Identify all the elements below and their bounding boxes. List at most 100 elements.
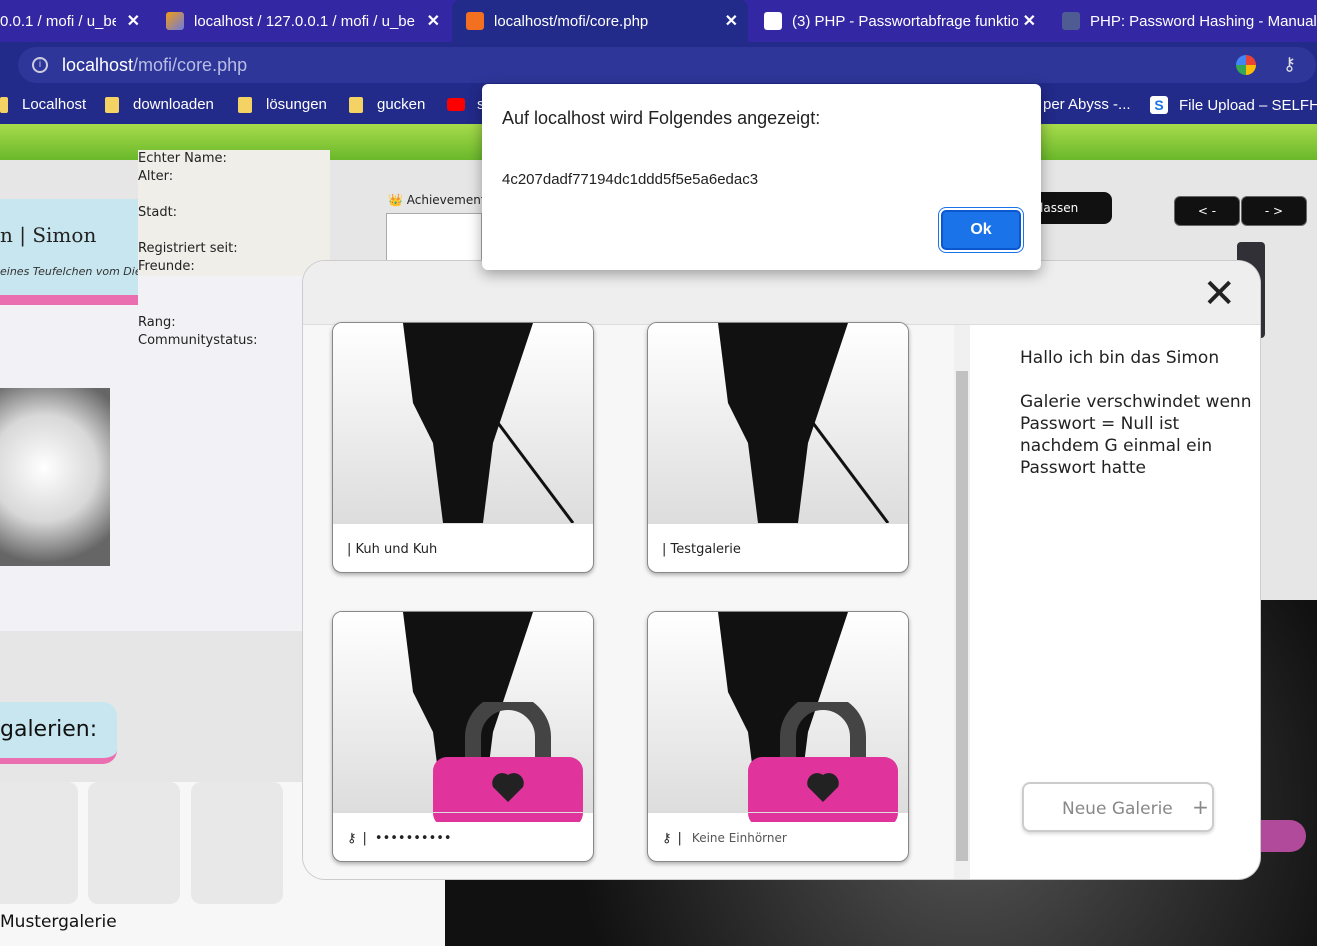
prev-button[interactable]: < - (1174, 196, 1240, 226)
bookmark-label: downloaden (133, 96, 214, 113)
tab-close-icon[interactable]: ✕ (725, 11, 738, 31)
gallery-card[interactable]: | Testgalerie (647, 322, 909, 573)
gallery-label: | Kuh und Kuh (333, 523, 593, 572)
key-icon: ⚷ (662, 830, 672, 846)
gallery-thumb[interactable] (88, 782, 180, 904)
url-field[interactable]: i localhost/mofi/core.php ⚷ (18, 47, 1316, 83)
close-icon[interactable]: ✕ (1202, 271, 1236, 317)
profile-avatar (0, 388, 110, 566)
new-gallery-button[interactable]: Neue Galerie + (1022, 782, 1214, 832)
tab-title: (3) PHP - Passwortabfrage funktio (792, 12, 1018, 30)
gallery-password-input[interactable]: •••••••••• (375, 831, 452, 846)
gallery-image (648, 323, 908, 524)
description-line: Galerie verschwindet wenn Passwort = Nul… (1020, 392, 1252, 478)
next-button[interactable]: - > (1241, 196, 1307, 226)
gallery-label[interactable]: Keine Einhörner (692, 831, 787, 845)
description-line: Hallo ich bin das Simon (1020, 348, 1220, 368)
tab-strip: 0.0.1 / mofi / u_be ✕ localhost / 127.0.… (0, 0, 1317, 42)
bookmark-abyss[interactable]: per Abyss -... (1043, 96, 1131, 113)
phpmyadmin-icon (166, 12, 184, 30)
scrollbar[interactable] (954, 325, 970, 879)
alert-title: Auf localhost wird Folgendes angezeigt: (502, 108, 821, 128)
modal-header: ✕ (303, 261, 1260, 325)
profile-name: n | Simon (0, 223, 97, 247)
folder-icon (349, 96, 363, 113)
field-registered: Registriert seit: (138, 241, 238, 256)
folder-icon (0, 96, 8, 113)
folder-icon (105, 96, 119, 113)
selfhtml-icon: S (1150, 96, 1168, 114)
bookmark-file-upload[interactable]: S File Upload – SELFH... (1150, 96, 1317, 114)
field-rank: Rang: (138, 314, 330, 332)
gallery-thumb[interactable] (0, 782, 78, 904)
tab-phpmyadmin-1[interactable]: 0.0.1 / mofi / u_be ✕ (0, 0, 150, 42)
alert-message: 4c207dadf77194dc1ddd5f5e5a6edac3 (502, 171, 759, 188)
info-icon[interactable]: i (32, 57, 48, 73)
bookmark-gucken[interactable]: gucken (349, 96, 425, 113)
achievements-label: 👑 Achievements (388, 193, 492, 207)
gallery-card-locked[interactable]: ⚷ | Keine Einhörner (647, 611, 909, 862)
bookmark-label: lösungen (266, 96, 327, 113)
separator: | (677, 830, 682, 846)
tab-title: localhost/mofi/core.php (494, 12, 649, 30)
gallery-image (333, 323, 593, 524)
hassen-button[interactable]: lassen (1030, 192, 1112, 224)
gallery-description: Hallo ich bin das Simon Galerie verschwi… (1020, 347, 1260, 479)
silhouette-image (718, 323, 890, 524)
bookmark-label: per Abyss -... (1043, 96, 1131, 113)
xampp-icon (466, 12, 484, 30)
alert-dialog: Auf localhost wird Folgendes angezeigt: … (482, 84, 1041, 270)
bookmark-loesungen[interactable]: lösungen (238, 96, 327, 113)
tab-title: PHP: Password Hashing - Manual (1090, 12, 1317, 30)
youtube-icon (447, 98, 465, 111)
tab-stackoverflow[interactable]: (3) PHP - Passwortabfrage funktio ✕ (750, 0, 1046, 42)
scrollbar-thumb[interactable] (956, 371, 968, 861)
new-gallery-label: Neue Galerie (1062, 799, 1173, 819)
google-icon[interactable] (1236, 55, 1256, 75)
url-host: localhost (62, 54, 134, 75)
ok-button[interactable]: Ok (941, 210, 1021, 250)
address-bar-row: i localhost/mofi/core.php ⚷ (0, 42, 1317, 86)
gallery-card-locked[interactable]: ⚷ | •••••••••• (332, 611, 594, 862)
tab-phpmyadmin-2[interactable]: localhost / 127.0.0.1 / mofi / u_be ✕ (152, 0, 450, 42)
gallery-card[interactable]: | Kuh und Kuh (332, 322, 594, 573)
bookmark-youtube[interactable]: s (447, 96, 485, 113)
field-friends: Freunde: (138, 259, 195, 274)
tab-php-manual[interactable]: PHP: Password Hashing - Manual (1048, 0, 1317, 42)
tab-title: 0.0.1 / mofi / u_be (0, 12, 116, 30)
plus-icon: + (1192, 795, 1209, 819)
gallery-password-row: ⚷ | •••••••••• (333, 812, 593, 861)
gallery-grid: | Kuh und Kuh | Testgalerie ⚷ | ••••••••••… (303, 322, 970, 879)
bookmark-label: Localhost (22, 96, 87, 113)
key-icon: ⚷ (347, 830, 357, 846)
bookmark-label: gucken (377, 96, 426, 113)
field-age: Alter: (138, 169, 174, 184)
achievements-text: Achievements (406, 193, 492, 207)
key-icon[interactable]: ⚷ (1283, 54, 1296, 75)
tab-close-icon[interactable]: ✕ (427, 11, 440, 31)
gallery-label: | Testgalerie (648, 523, 908, 572)
bookmark-label: File Upload – SELFH... (1179, 96, 1317, 114)
php-icon (1062, 12, 1080, 30)
field-real-name: Echter Name: (138, 151, 227, 166)
profile-info: Echter Name: Alter: Stadt: Registriert s… (138, 150, 330, 350)
muster-gallery-label: Mustergalerie (0, 912, 117, 932)
field-community-status: Communitystatus: (138, 332, 330, 350)
lock-icon (748, 702, 898, 822)
tab-close-icon[interactable]: ✕ (127, 11, 140, 31)
tab-title: localhost / 127.0.0.1 / mofi / u_be (194, 12, 415, 30)
gallery-thumb[interactable] (191, 782, 283, 904)
forum-icon (764, 12, 782, 30)
field-city: Stadt: (138, 205, 178, 220)
gallery-modal: ✕ | Kuh und Kuh | Testgalerie ⚷ | ••••••••… (303, 261, 1260, 879)
bookmark-downloaden[interactable]: downloaden (105, 96, 214, 113)
folder-icon (238, 96, 252, 113)
tab-core-php[interactable]: localhost/mofi/core.php ✕ (452, 0, 748, 42)
bookmark-localhost[interactable]: Localhost (0, 96, 86, 113)
galleries-heading: galerien: (0, 702, 117, 764)
silhouette-image (403, 323, 575, 524)
tab-close-icon[interactable]: ✕ (1023, 11, 1036, 31)
gallery-password-row: ⚷ | Keine Einhörner (648, 812, 908, 861)
separator: | (362, 830, 367, 846)
lock-icon (433, 702, 583, 822)
